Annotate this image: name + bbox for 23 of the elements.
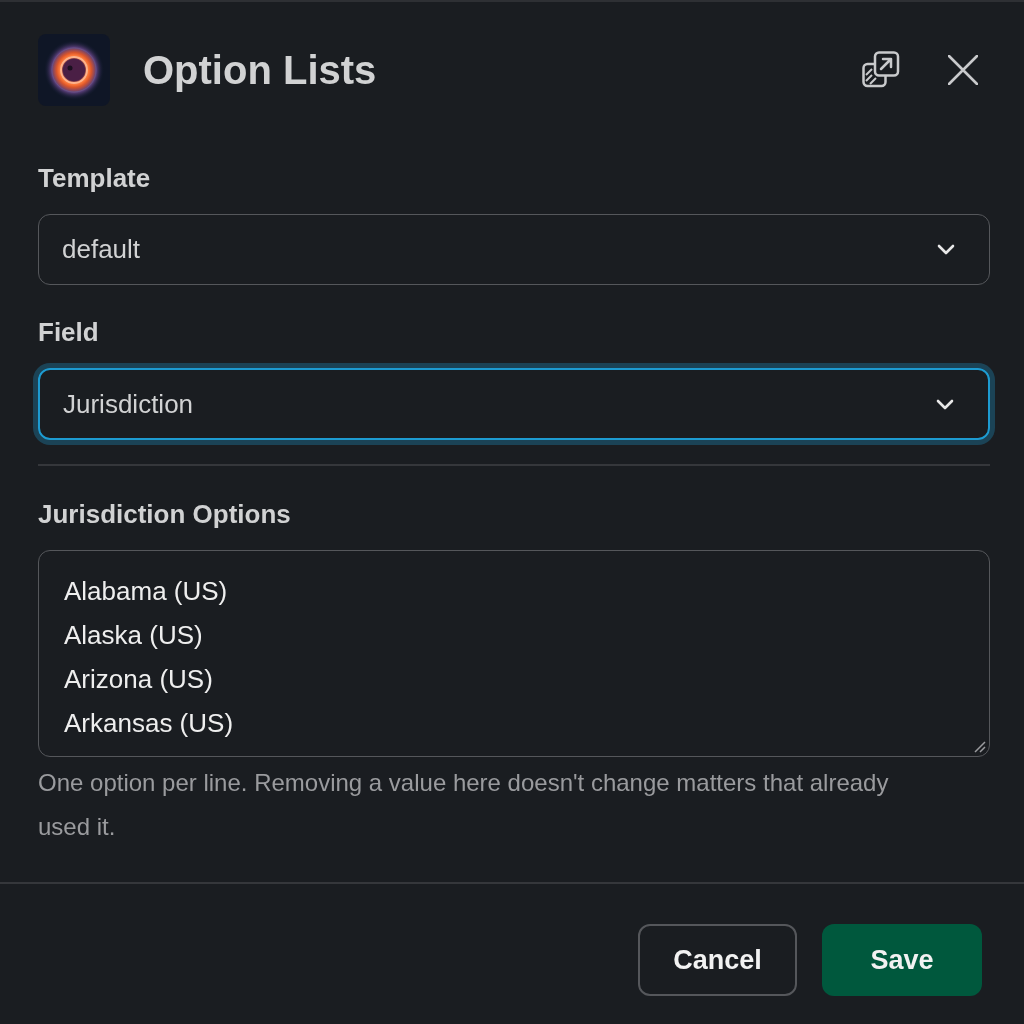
dropdown[interactable]: default [38,214,990,285]
stacked-squares-arrow-icon [862,51,900,89]
field-label: Template [38,162,152,194]
pop-out-button[interactable] [862,51,900,89]
option-line: Arizona (US) [64,663,214,696]
help-text: One option per line. Removing a value here doesn't change matters that already used it. [38,768,890,842]
dropdown-value: default [62,234,142,265]
chevron-down-icon [936,398,954,410]
options-textarea[interactable]: Alabama (US) Alaska (US) Arizona (US) Arkansas (US) [38,550,990,757]
option-line: Alabama (US) [64,575,229,608]
resize-handle-icon[interactable] [974,741,986,753]
close-icon [948,55,978,85]
field-label: Jurisdiction Options [38,498,292,530]
field-label: Field [38,316,100,348]
option-line: Alaska (US) [64,619,204,652]
ring-logo-icon [38,34,110,106]
cancel-button[interactable]: Cancel [638,924,797,996]
dialog-title: Option Lists [143,47,377,94]
chevron-down-icon [937,244,955,255]
close-button[interactable] [948,55,978,85]
save-button[interactable]: Save [822,924,982,996]
dropdown-value: Jurisdiction [63,388,195,420]
option-line: Arkansas (US) [64,707,235,740]
